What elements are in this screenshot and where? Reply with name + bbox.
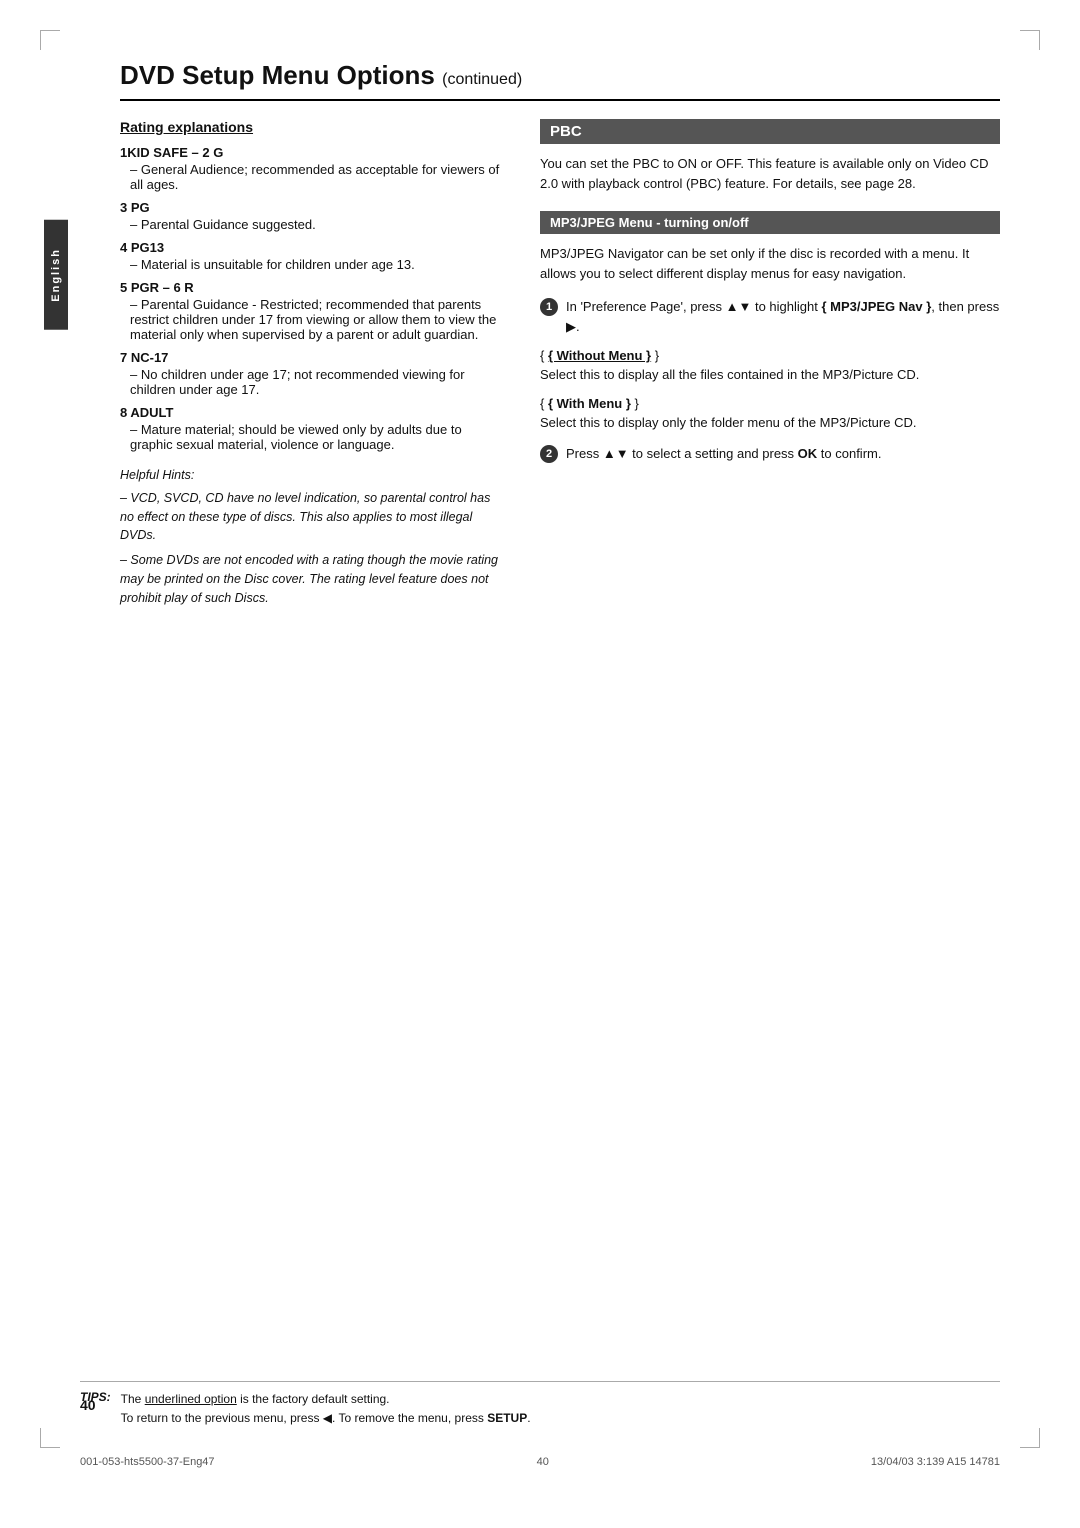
rating-adult: 8 ADULT Mature material; should be viewe…: [120, 405, 500, 452]
with-menu-desc: Select this to display only the folder m…: [540, 414, 1000, 432]
rating-pgr6r: 5 PGR – 6 R Parental Guidance - Restrict…: [120, 280, 500, 342]
rating-adult-desc: Mature material; should be viewed only b…: [120, 422, 500, 452]
rating-pg-desc: Parental Guidance suggested.: [120, 217, 500, 232]
tips-label: TIPS:: [80, 1390, 111, 1404]
rating-pgr6r-label: 5 PGR – 6 R: [120, 280, 500, 295]
tips-row: TIPS: The underlined option is the facto…: [80, 1390, 1000, 1428]
rating-nc17-label: 7 NC-17: [120, 350, 500, 365]
hint-1: – VCD, SVCD, CD have no level indication…: [120, 489, 500, 545]
footer-tips: TIPS: The underlined option is the facto…: [80, 1381, 1000, 1428]
page-title: DVD Setup Menu Options (continued): [120, 60, 1000, 101]
hint-2: – Some DVDs are not encoded with a ratin…: [120, 551, 500, 607]
tips-content: The underlined option is the factory def…: [121, 1390, 531, 1428]
rating-nc17: 7 NC-17 No children under age 17; not re…: [120, 350, 500, 397]
rating-1kid-label: 1KID SAFE – 2 G: [120, 145, 500, 160]
helpful-hints-title: Helpful Hints:: [120, 466, 500, 485]
mp3-intro: MP3/JPEG Navigator can be set only if th…: [540, 244, 1000, 283]
footer-center-meta: 40: [537, 1456, 549, 1468]
step-2-text: Press ▲▼ to select a setting and press O…: [566, 444, 881, 464]
rating-pg13-desc: Material is unsuitable for children unde…: [120, 257, 500, 272]
tips-line-2: To return to the previous menu, press . …: [121, 1409, 531, 1428]
pbc-text: You can set the PBC to ON or OFF. This f…: [540, 154, 1000, 193]
without-menu-title: { { Without Menu } }: [540, 348, 1000, 363]
rating-1kid: 1KID SAFE – 2 G General Audience; recomm…: [120, 145, 500, 192]
rating-nc17-desc: No children under age 17; not recommende…: [120, 367, 500, 397]
rating-pg: 3 PG Parental Guidance suggested.: [120, 200, 500, 232]
rating-pgr6r-desc: Parental Guidance - Restricted; recommen…: [120, 297, 500, 342]
rating-explanations-heading: Rating explanations: [120, 119, 500, 135]
step-1-text: In 'Preference Page', press ▲▼ to highli…: [566, 297, 1000, 336]
tips-line-1: The underlined option is the factory def…: [121, 1390, 531, 1409]
rating-pg-label: 3 PG: [120, 200, 500, 215]
pbc-header: PBC: [540, 119, 1000, 144]
left-column: Rating explanations 1KID SAFE – 2 G Gene…: [120, 119, 500, 613]
arrow-left-icon: [323, 1411, 332, 1425]
content-area: Rating explanations 1KID SAFE – 2 G Gene…: [120, 119, 1000, 613]
rating-pg13: 4 PG13 Material is unsuitable for childr…: [120, 240, 500, 272]
rating-pg13-label: 4 PG13: [120, 240, 500, 255]
step-1-number: 1: [540, 298, 558, 316]
footer-left-meta: 001-053-hts5500-37-Eng47: [80, 1456, 215, 1468]
rating-1kid-desc: General Audience; recommended as accepta…: [120, 162, 500, 192]
without-menu-desc: Select this to display all the files con…: [540, 366, 1000, 384]
with-menu-option: { { With Menu } } Select this to display…: [540, 396, 1000, 432]
mp3-header: MP3/JPEG Menu - turning on/off: [540, 211, 1000, 234]
footer-meta: 001-053-hts5500-37-Eng47 40 13/04/03 3:1…: [80, 1456, 1000, 1468]
with-menu-title: { { With Menu } }: [540, 396, 1000, 411]
step-1: 1 In 'Preference Page', press ▲▼ to high…: [540, 297, 1000, 336]
right-column: PBC You can set the PBC to ON or OFF. Th…: [540, 119, 1000, 613]
footer-right-meta: 13/04/03 3:139 A15 14781: [871, 1456, 1000, 1468]
helpful-hints: Helpful Hints: – VCD, SVCD, CD have no l…: [120, 466, 500, 607]
without-menu-option: { { Without Menu } } Select this to disp…: [540, 348, 1000, 384]
step-2: 2 Press ▲▼ to select a setting and press…: [540, 444, 1000, 464]
rating-adult-label: 8 ADULT: [120, 405, 500, 420]
step-2-number: 2: [540, 445, 558, 463]
